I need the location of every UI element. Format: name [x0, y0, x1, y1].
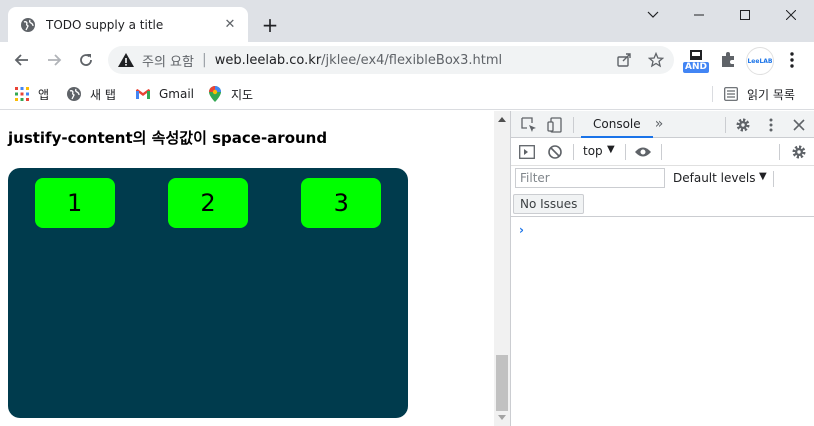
devtools-menu-kebab-icon[interactable] — [761, 115, 781, 135]
settings-gear-icon[interactable] — [733, 115, 753, 135]
console-filter-input[interactable]: Filter — [515, 168, 665, 188]
bookmark-label: 새 탭 — [90, 87, 116, 102]
log-levels-dropdown[interactable]: Default levels — [673, 171, 755, 185]
devtools-tab-bar: Console » — [511, 111, 814, 138]
flex-item: 2 — [167, 178, 248, 228]
tab-strip: TODO supply a title ✕ + — [0, 0, 814, 42]
scrollbar-thumb[interactable] — [496, 355, 508, 411]
security-status[interactable]: 주의 요함 — [142, 51, 194, 70]
reading-list-icon — [723, 86, 739, 102]
live-expression-eye-icon[interactable] — [633, 142, 653, 162]
leelab-label: LeeLAB — [747, 57, 773, 65]
address-bar[interactable]: 주의 요함 | web.leelab.co.kr/jklee/ex4/flexi… — [108, 46, 674, 74]
globe-icon — [20, 17, 36, 33]
bookmarks-bar: 앱 새 탭 Gmail 지도 읽기 목록 — [0, 78, 814, 110]
console-filter-row: Filter Default levels ▼ — [511, 166, 814, 192]
tab-search-icon[interactable] — [630, 0, 676, 30]
flex-container: 1 2 3 — [8, 168, 408, 418]
devtools-divider — [625, 144, 626, 160]
new-tab-button[interactable]: + — [259, 13, 281, 37]
back-arrow-icon[interactable] — [10, 48, 34, 72]
warning-icon[interactable] — [118, 52, 134, 68]
gmail-icon — [135, 86, 151, 102]
scroll-down-arrow-icon[interactable] — [498, 415, 506, 420]
bookmarks-divider — [712, 86, 713, 102]
devtools-divider — [773, 171, 774, 187]
console-settings-gear-icon[interactable] — [789, 142, 809, 162]
flex-item: 3 — [301, 178, 382, 228]
tab-title: TODO supply a title — [46, 17, 164, 32]
chevron-down-icon[interactable]: ▼ — [759, 171, 767, 182]
page-scrollbar[interactable] — [494, 111, 510, 426]
share-icon[interactable] — [614, 50, 634, 70]
and-extension-icon[interactable]: AND — [682, 48, 710, 74]
scroll-up-arrow-icon[interactable] — [498, 117, 506, 122]
context-selector[interactable]: top — [583, 144, 603, 158]
devtools-divider — [661, 144, 662, 160]
bookmark-star-icon[interactable] — [646, 50, 666, 70]
menu-kebab-icon[interactable] — [784, 50, 800, 70]
bookmark-maps[interactable]: 지도 — [207, 84, 253, 104]
devtools-divider — [573, 117, 574, 133]
close-icon[interactable]: ✕ — [222, 17, 238, 33]
browser-tab[interactable]: TODO supply a title ✕ — [8, 7, 248, 42]
forward-arrow-icon[interactable] — [42, 48, 66, 72]
extensions-puzzle-icon[interactable] — [718, 50, 738, 70]
bookmark-gmail[interactable]: Gmail — [135, 84, 194, 104]
reload-icon[interactable] — [74, 48, 98, 72]
device-toolbar-icon[interactable] — [545, 115, 565, 135]
maps-pin-icon — [207, 86, 223, 102]
browser-toolbar: 주의 요함 | web.leelab.co.kr/jklee/ex4/flexi… — [0, 42, 814, 78]
bookmark-apps[interactable]: 앱 — [14, 84, 49, 104]
chevron-down-icon[interactable]: ▼ — [607, 144, 615, 155]
maximize-button[interactable] — [722, 0, 768, 30]
minimize-button[interactable] — [676, 0, 722, 30]
bookmark-label: 앱 — [38, 87, 50, 102]
globe-icon — [66, 86, 82, 102]
omnibox-divider: | — [201, 52, 207, 68]
window-close-button[interactable] — [768, 0, 814, 30]
show-sidebar-icon[interactable] — [517, 142, 537, 162]
and-badge: AND — [685, 62, 707, 72]
issues-row: No Issues — [511, 192, 814, 217]
devtools-divider — [725, 117, 726, 133]
devtools-divider — [573, 144, 574, 160]
reading-list-label: 읽기 목록 — [747, 87, 795, 102]
devtools-panel: Console » top ▼ Filter Default levels ▼ … — [510, 111, 814, 426]
tab-console[interactable]: Console — [581, 111, 653, 138]
console-toolbar: top ▼ — [511, 139, 814, 166]
bookmark-label: Gmail — [159, 87, 195, 101]
page-heading: justify-content의 속성값이 space-around — [8, 129, 328, 147]
close-devtools-icon[interactable] — [789, 115, 809, 135]
url-path: /jklee/ex4/flexibleBox3.html — [321, 52, 503, 68]
clear-console-icon[interactable] — [545, 142, 565, 162]
inspect-element-icon[interactable] — [519, 115, 539, 135]
page-viewport: justify-content의 속성값이 space-around 1 2 3 — [0, 111, 494, 426]
apps-grid-icon — [14, 86, 30, 102]
leelab-profile-avatar[interactable]: LeeLAB — [746, 47, 774, 75]
console-prompt-chevron-icon[interactable]: › — [519, 223, 524, 237]
flex-item: 1 — [34, 178, 115, 228]
bookmark-label: 지도 — [231, 87, 254, 102]
no-issues-button[interactable]: No Issues — [513, 194, 585, 214]
url-host: web.leelab.co.kr — [214, 52, 322, 68]
bookmark-new-tab[interactable]: 새 탭 — [66, 84, 116, 104]
devtools-divider — [779, 144, 780, 160]
more-tabs-chevron-icon[interactable]: » — [649, 114, 669, 134]
reading-list-button[interactable]: 읽기 목록 — [723, 84, 795, 104]
